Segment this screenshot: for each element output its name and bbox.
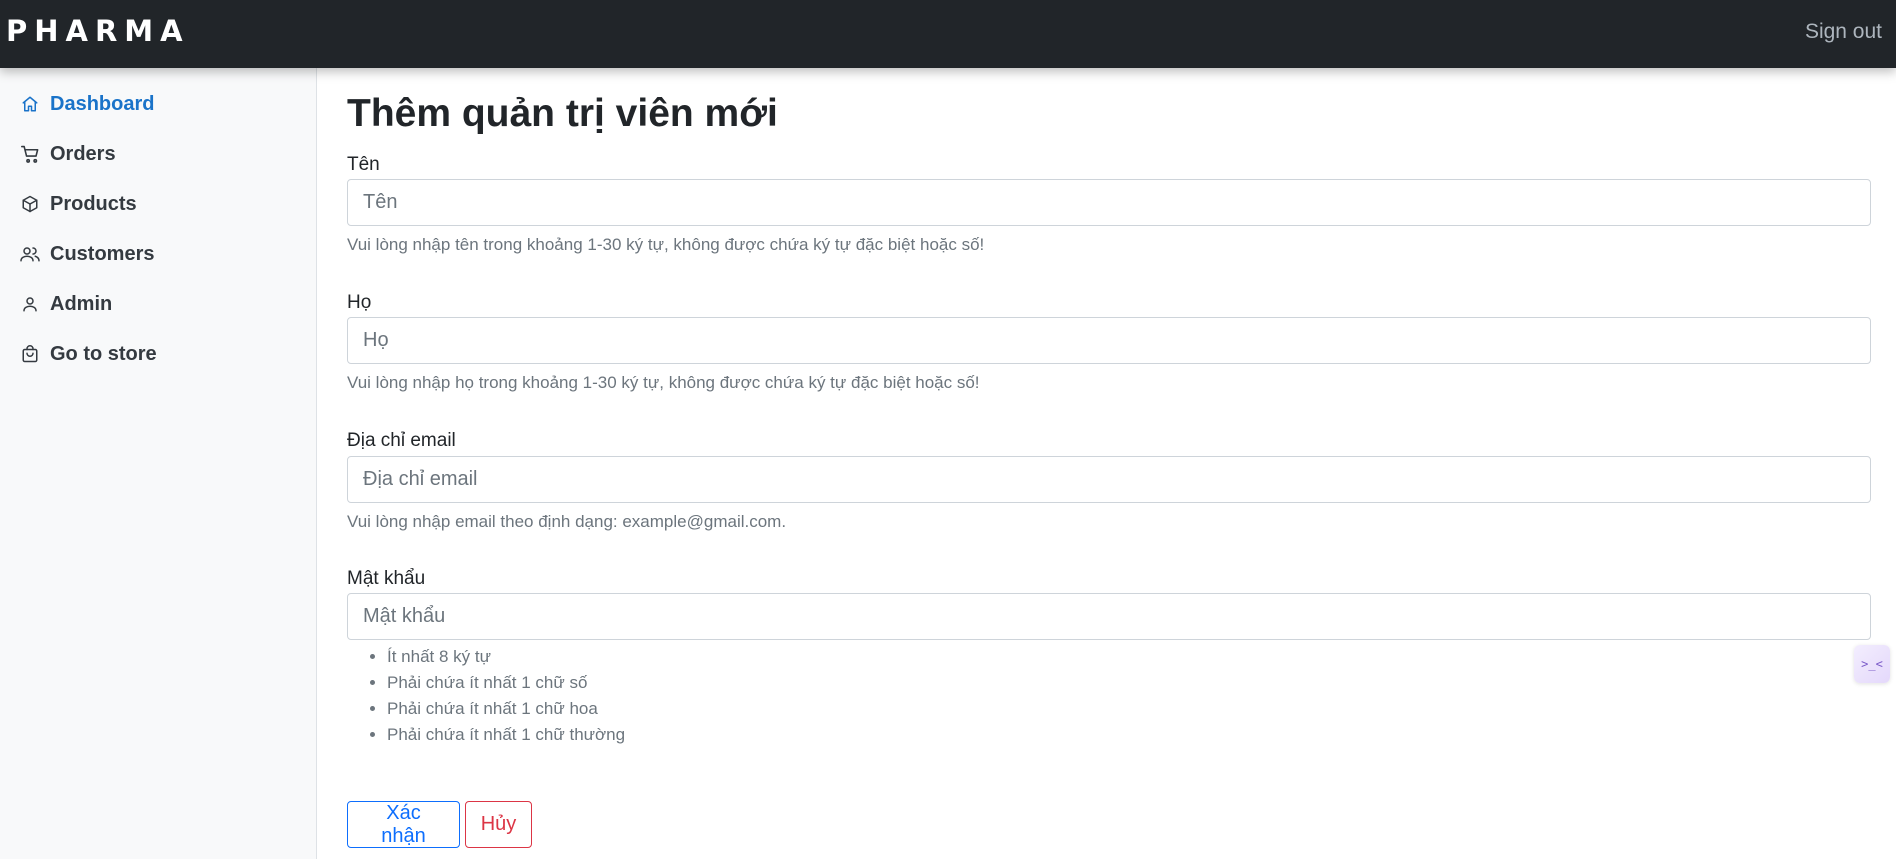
top-navbar: PHARMA Sign out: [0, 0, 1896, 68]
users-icon: [20, 244, 40, 264]
first-name-help: Vui lòng nhập tên trong khoảng 1-30 ký t…: [347, 235, 985, 254]
bag-icon: [20, 344, 40, 364]
password-input[interactable]: [347, 593, 1871, 640]
brand-logo[interactable]: PHARMA: [6, 14, 190, 48]
password-label: Mật khẩu: [347, 568, 426, 589]
password-rules-list: Ít nhất 8 ký tự Phải chứa ít nhất 1 chữ …: [347, 644, 625, 748]
sidebar-item-go-to-store[interactable]: Go to store: [20, 338, 157, 370]
password-rule-min-length: Ít nhất 8 ký tự: [387, 644, 625, 670]
password-rule-uppercase: Phải chứa ít nhất 1 chữ hoa: [387, 696, 625, 722]
user-icon: [20, 294, 40, 314]
sidebar: Dashboard Orders Products Customers Admi…: [0, 68, 317, 859]
first-name-input[interactable]: [347, 179, 1871, 226]
confirm-button[interactable]: Xác nhận: [347, 801, 460, 848]
password-rule-digit: Phải chứa ít nhất 1 chữ số: [387, 670, 625, 696]
last-name-input[interactable]: [347, 317, 1871, 364]
sidebar-item-admin[interactable]: Admin: [20, 288, 112, 320]
sidebar-item-dashboard[interactable]: Dashboard: [20, 88, 154, 120]
cart-icon: [20, 144, 40, 164]
sidebar-item-label: Admin: [50, 292, 113, 315]
last-name-help: Vui lòng nhập họ trong khoảng 1-30 ký tự…: [347, 373, 980, 392]
email-input[interactable]: [347, 456, 1871, 503]
first-name-label: Tên: [347, 154, 380, 175]
page-title: Thêm quản trị viên mới: [347, 92, 778, 135]
box-icon: [20, 194, 40, 214]
sidebar-item-label: Dashboard: [50, 92, 155, 115]
last-name-label: Họ: [347, 292, 372, 313]
password-rule-lowercase: Phải chứa ít nhất 1 chữ thường: [387, 722, 625, 748]
cancel-button[interactable]: Hủy: [465, 801, 532, 848]
sidebar-item-label: Go to store: [50, 342, 157, 365]
sidebar-item-label: Orders: [50, 142, 116, 165]
code-collapse-icon[interactable]: >_<: [1854, 645, 1890, 683]
sign-out-link[interactable]: Sign out: [1805, 20, 1882, 44]
sidebar-item-customers[interactable]: Customers: [20, 238, 154, 270]
home-icon: [20, 94, 40, 114]
sidebar-item-products[interactable]: Products: [20, 188, 137, 220]
sidebar-item-orders[interactable]: Orders: [20, 138, 116, 170]
email-help: Vui lòng nhập email theo định dạng: exam…: [347, 512, 787, 531]
sidebar-item-label: Products: [50, 192, 137, 215]
email-label: Địa chỉ email: [347, 430, 456, 451]
sidebar-item-label: Customers: [50, 242, 155, 265]
